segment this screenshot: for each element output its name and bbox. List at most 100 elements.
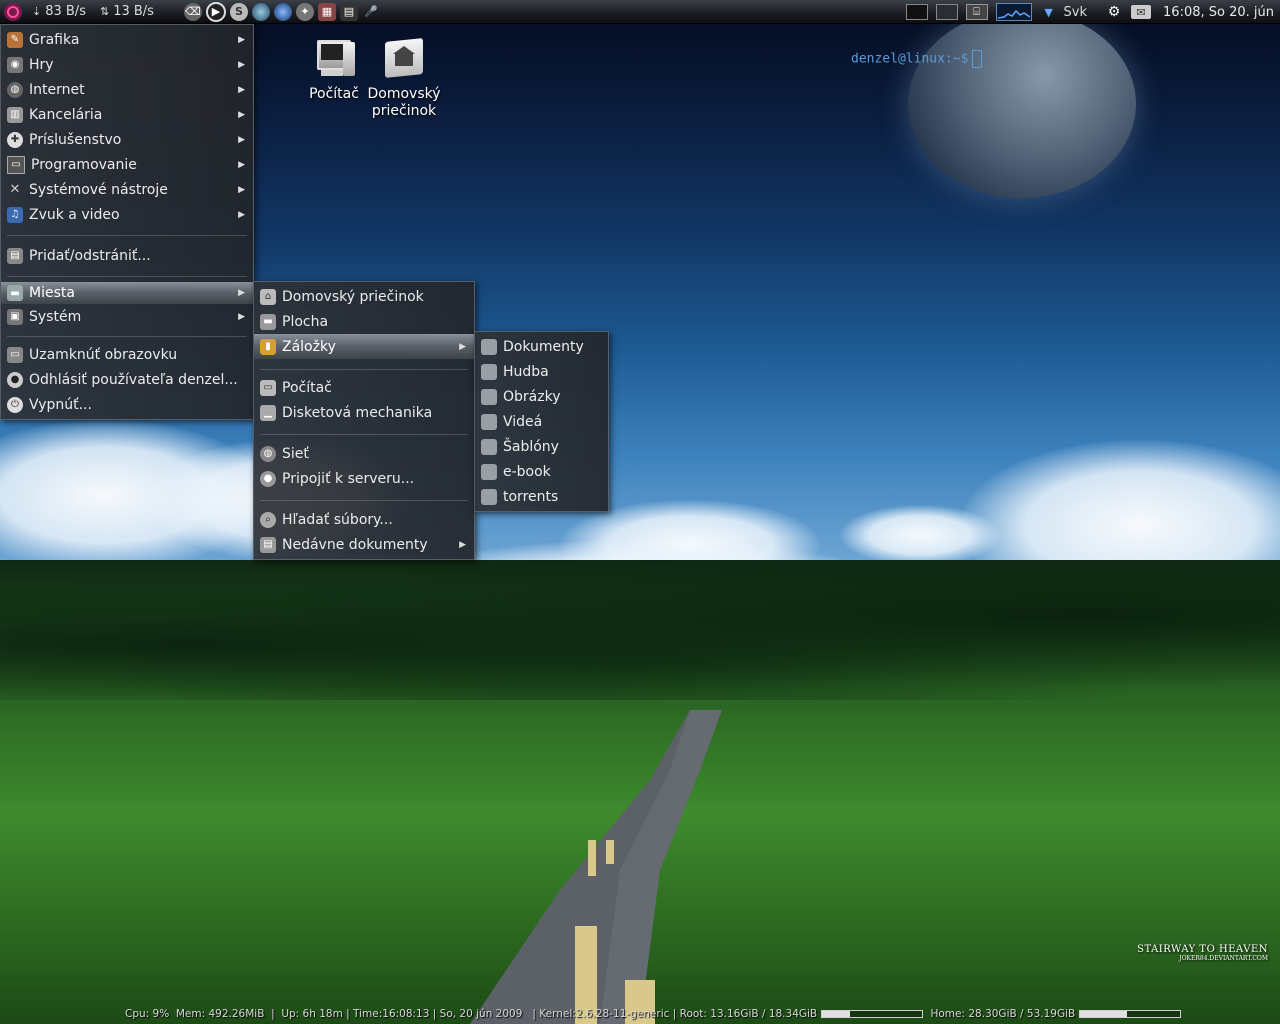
menu-item-prislusenstvo[interactable]: ✚ Príslušenstvo ▶ bbox=[1, 127, 253, 152]
net-upload-value: 13 B/s bbox=[113, 4, 154, 19]
menu-item-label: torrents bbox=[503, 488, 559, 505]
cpu-graph-icon[interactable] bbox=[995, 3, 1032, 21]
home-usage-fill bbox=[1080, 1011, 1128, 1017]
bookmark-item-videa[interactable]: Videá bbox=[475, 409, 608, 434]
menu-item-internet[interactable]: ◍ Internet ▶ bbox=[1, 77, 253, 102]
lock-screen-icon: ▭ bbox=[7, 346, 23, 363]
places-item-home[interactable]: ⌂ Domovský priečinok bbox=[254, 284, 474, 309]
folder-icon bbox=[481, 338, 497, 355]
submenu-arrow-icon: ▶ bbox=[238, 84, 245, 95]
menu-item-label: Plocha bbox=[282, 313, 329, 330]
menu-item-label: Vypnúť... bbox=[29, 396, 92, 413]
menu-item-label: Miesta bbox=[29, 285, 75, 301]
prompt-text: denzel@linux:~$ bbox=[851, 51, 969, 67]
menu-item-label: Pridať/odstrániť... bbox=[29, 247, 151, 264]
menu-item-label: Príslušenstvo bbox=[29, 131, 122, 148]
menu-item-system[interactable]: ▣ Systém ▶ bbox=[1, 304, 253, 329]
workspace-1-icon[interactable] bbox=[905, 4, 928, 20]
home-usage-bar bbox=[1079, 1010, 1182, 1018]
bookmark-item-obrazky[interactable]: Obrázky bbox=[475, 384, 608, 409]
gamepad-icon: ◉ bbox=[7, 56, 23, 73]
bookmark-item-sablony[interactable]: Šablóny bbox=[475, 434, 608, 459]
bookmark-item-ebook[interactable]: e-book bbox=[475, 459, 608, 484]
menu-item-label: Internet bbox=[29, 81, 85, 98]
places-item-connect-server[interactable]: ● Pripojiť k serveru... bbox=[254, 466, 474, 491]
places-item-desktop[interactable]: ▬ Plocha bbox=[254, 309, 474, 334]
thunderbird-launcher-icon[interactable] bbox=[273, 2, 292, 21]
places-item-bookmarks[interactable]: ▮ Záložky ▶ bbox=[254, 334, 474, 359]
skype-launcher-icon[interactable]: S bbox=[229, 2, 248, 21]
menu-item-label: Domovský priečinok bbox=[282, 288, 424, 305]
menu-item-pridat-odstranit[interactable]: ▤ Pridať/odstrániť... bbox=[1, 243, 253, 268]
desktop-icon: ▬ bbox=[260, 313, 276, 330]
home-folder-icon: ⌂ bbox=[260, 288, 276, 305]
keyboard-layout[interactable]: Svk bbox=[1064, 5, 1087, 20]
bookmark-item-dokumenty[interactable]: Dokumenty bbox=[475, 334, 608, 359]
menu-item-miesta[interactable]: ▬ Miesta ▶ bbox=[1, 282, 253, 304]
menu-item-systemove-nastroje[interactable]: ✕ Systémové nástroje ▶ bbox=[1, 177, 253, 202]
bookmarks-submenu: Dokumenty Hudba Obrázky Videá Šablóny e-… bbox=[474, 331, 609, 512]
menu-item-label: Obrázky bbox=[503, 388, 561, 405]
browser-launcher-icon[interactable] bbox=[251, 2, 270, 21]
graphics-icon: ✎ bbox=[7, 31, 23, 48]
net-upload: ⇅ 13 B/s bbox=[100, 4, 154, 19]
main-menu-button[interactable] bbox=[4, 2, 22, 21]
mail-icon[interactable]: ✉ bbox=[1131, 5, 1152, 19]
root-usage-fill bbox=[822, 1011, 851, 1017]
network-status-icon[interactable]: ▼ bbox=[1040, 3, 1058, 21]
menu-item-odhlasit[interactable]: ● Odhlásiť používateľa denzel... bbox=[1, 367, 253, 392]
menu-item-grafika[interactable]: ✎ Grafika ▶ bbox=[1, 27, 253, 52]
places-item-computer[interactable]: ▭ Počítač bbox=[254, 375, 474, 400]
video-launcher-icon[interactable]: ▤ bbox=[339, 2, 358, 21]
bookmark-item-hudba[interactable]: Hudba bbox=[475, 359, 608, 384]
top-panel: ⇣ 83 B/s ⇅ 13 B/s ⌫ ▶ S ✦ ▦ ▤ 🎤 ⌸ ▼ Svk … bbox=[0, 0, 1280, 24]
desktop-icon-home-folder[interactable]: Domovský priečinok bbox=[362, 38, 446, 120]
menu-item-kancelaria[interactable]: ▥ Kancelária ▶ bbox=[1, 102, 253, 127]
mic-launcher-icon[interactable]: 🎤 bbox=[362, 3, 380, 21]
folder-icon bbox=[481, 488, 497, 505]
places-item-floppy[interactable]: ▁ Disketová mechanika bbox=[254, 400, 474, 425]
computer-icon: ▭ bbox=[260, 379, 276, 396]
menu-item-label: Hudba bbox=[503, 363, 549, 380]
menu-item-hry[interactable]: ◉ Hry ▶ bbox=[1, 52, 253, 77]
menu-separator bbox=[7, 235, 247, 236]
menu-item-label: Zvuk a video bbox=[29, 206, 120, 223]
net-download-value: 83 B/s bbox=[45, 4, 86, 19]
debian-swirl-icon bbox=[7, 5, 19, 18]
menu-item-label: Odhlásiť používateľa denzel... bbox=[29, 371, 238, 388]
tools-icon: ✕ bbox=[9, 182, 21, 197]
menu-item-label: Hľadať súbory... bbox=[282, 511, 393, 528]
workspace-2-icon[interactable] bbox=[935, 4, 958, 20]
menu-separator bbox=[260, 434, 468, 435]
conky-kernel: Kernel:2.6.28-11-generic bbox=[539, 1008, 670, 1020]
submenu-arrow-icon: ▶ bbox=[238, 134, 245, 145]
settings-gear-icon[interactable]: ⚙ bbox=[1105, 3, 1123, 21]
menu-item-vypnut[interactable]: ⏻ Vypnúť... bbox=[1, 392, 253, 417]
panel-clock[interactable]: 16:08, So 20. jún bbox=[1157, 5, 1280, 20]
logout-icon: ● bbox=[7, 371, 23, 388]
menu-item-label: Nedávne dokumenty bbox=[282, 536, 428, 553]
menu-item-uzamknut-obrazovku[interactable]: ▭ Uzamknúť obrazovku bbox=[1, 342, 253, 367]
media-player-launcher-icon[interactable]: ▶ bbox=[205, 1, 226, 22]
conky-cpu: Cpu: 9% bbox=[125, 1008, 170, 1020]
accessories-icon: ✚ bbox=[7, 131, 23, 148]
places-item-search-files[interactable]: ⌕ Hľadať súbory... bbox=[254, 507, 474, 532]
menu-item-programovanie[interactable]: ▭ Programovanie ▶ bbox=[1, 152, 253, 177]
places-item-recent-documents[interactable]: ▤ Nedávne dokumenty ▶ bbox=[254, 532, 474, 557]
terminal-prompt[interactable]: denzel@linux:~$ bbox=[851, 50, 983, 68]
conky-mem: Mem: 492.26MiB bbox=[175, 1008, 265, 1020]
menu-item-label: Systém bbox=[29, 308, 82, 325]
network-icon: ◍ bbox=[260, 445, 276, 462]
menu-item-zvuk-a-video[interactable]: ♫ Zvuk a video ▶ bbox=[1, 202, 253, 227]
submenu-arrow-icon: ▶ bbox=[238, 59, 245, 70]
trash-launcher-icon[interactable]: ⌫ bbox=[183, 2, 202, 21]
gimp-launcher-icon[interactable]: ✦ bbox=[295, 2, 314, 21]
floppy-icon: ▁ bbox=[260, 404, 276, 421]
places-item-network[interactable]: ◍ Sieť bbox=[254, 441, 474, 466]
menu-item-label: Grafika bbox=[29, 31, 80, 48]
package-launcher-icon[interactable]: ▦ bbox=[317, 2, 336, 21]
network-monitor-icon[interactable]: ⌸ bbox=[965, 4, 988, 20]
submenu-arrow-icon: ▶ bbox=[238, 109, 245, 120]
package-icon: ▤ bbox=[7, 247, 23, 264]
bookmark-item-torrents[interactable]: torrents bbox=[475, 484, 608, 509]
